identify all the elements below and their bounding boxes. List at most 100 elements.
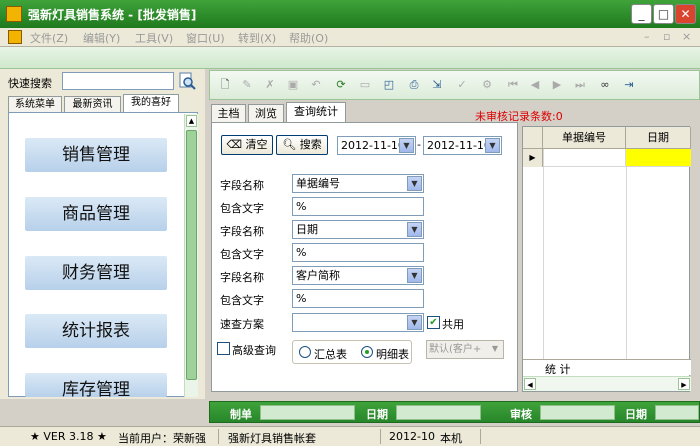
export-icon[interactable]: ⇲ — [430, 78, 444, 92]
detail-label: 明细表 — [376, 348, 409, 361]
exit-icon[interactable]: ⇥ — [622, 78, 636, 92]
scroll-right-icon[interactable]: ▶ — [678, 378, 690, 390]
grid-cell-doc-no[interactable] — [543, 149, 626, 167]
date-to-picker[interactable]: 2012-11-10 ▼ — [423, 136, 502, 155]
tab-system-menu[interactable]: 系统菜单 — [8, 96, 62, 112]
grid-header-doc-no[interactable]: 单据编号 — [543, 127, 626, 149]
field-name-select-2[interactable]: 日期 ▼ — [292, 220, 424, 239]
menu-window[interactable]: 窗口(U) — [186, 30, 225, 46]
quick-scheme-select[interactable]: ▼ — [292, 313, 424, 332]
minimize-button[interactable]: _ — [631, 4, 652, 24]
tab-master[interactable]: 主档 — [211, 104, 246, 122]
save-icon[interactable]: ▣ — [286, 78, 300, 92]
settings-icon[interactable]: ⚙ — [480, 78, 494, 92]
make-date-label: 日期 — [366, 408, 388, 421]
last-record-icon[interactable]: ⏭ — [573, 78, 587, 92]
close-button[interactable]: ✕ — [675, 4, 696, 24]
fav-finance-management[interactable]: 财务管理 — [25, 256, 167, 290]
new-icon[interactable]: 🗋 — [218, 78, 232, 92]
version-text: ★ VER 3.18 ★ — [30, 430, 107, 443]
chevron-down-icon[interactable]: ▼ — [407, 222, 422, 237]
grid-cell-date[interactable] — [626, 149, 691, 167]
detail-radio[interactable] — [361, 346, 373, 358]
delete-icon[interactable]: ✗ — [263, 78, 277, 92]
scroll-left-icon[interactable]: ◀ — [524, 378, 536, 390]
chevron-down-icon[interactable]: ▼ — [399, 138, 414, 153]
review-date-label: 日期 — [625, 408, 647, 421]
tab-latest-news[interactable]: 最新资讯 — [64, 96, 121, 112]
undo-icon[interactable]: ↶ — [309, 78, 323, 92]
first-record-icon[interactable]: ⏮ — [506, 78, 520, 92]
menu-edit[interactable]: 编辑(Y) — [83, 30, 120, 46]
menu-goto[interactable]: 转到(X) — [238, 30, 276, 46]
title-bar: 强新灯具销售系统 - [批发销售] _ □ ✕ — [0, 0, 700, 28]
grid-hscrollbar[interactable]: ◀ ▶ — [523, 376, 691, 391]
mdi-minimize-icon[interactable]: – — [644, 30, 650, 43]
default-customer-select[interactable]: 默认(客户+ ▼ — [426, 340, 504, 359]
period-text: 2012-10 — [389, 430, 435, 443]
summary-radio[interactable] — [299, 346, 311, 358]
contains-text-input-1[interactable]: % — [292, 197, 424, 216]
magnifier-icon: 🔍︎ — [282, 138, 297, 151]
advanced-query-checkbox[interactable] — [217, 342, 230, 355]
tab-browse[interactable]: 浏览 — [248, 104, 284, 122]
shared-checkbox[interactable]: ✔ — [427, 316, 440, 329]
search-button[interactable]: 🔍︎ 搜索 — [276, 135, 328, 155]
chevron-down-icon[interactable]: ▼ — [407, 176, 422, 191]
quick-search-label: 快速搜索 — [8, 77, 52, 90]
mdi-close-icon[interactable]: × — [682, 30, 691, 43]
chevron-down-icon[interactable]: ▼ — [407, 268, 422, 283]
contains-text-label-3: 包含文字 — [220, 294, 264, 307]
date-separator: - — [417, 138, 421, 151]
menu-file[interactable]: 文件(Z) — [30, 30, 68, 46]
next-record-icon[interactable]: ▶ — [550, 78, 564, 92]
fav-statistics-report[interactable]: 统计报表 — [25, 314, 167, 348]
menu-tools[interactable]: 工具(V) — [135, 30, 173, 46]
field-name-label-2: 字段名称 — [220, 225, 264, 238]
refresh-icon[interactable]: ⟳ — [334, 78, 348, 92]
glasses-icon[interactable]: ∞ — [598, 78, 612, 92]
maker-field — [260, 405, 355, 420]
tab-my-favorites[interactable]: 我的喜好 — [123, 94, 179, 112]
date-from-value: 2012-11-10 — [341, 139, 405, 152]
shared-label: 共用 — [442, 318, 464, 331]
date-from-picker[interactable]: 2012-11-10 ▼ — [337, 136, 416, 155]
menu-help[interactable]: 帮助(O) — [289, 30, 328, 46]
fav-product-management[interactable]: 商品管理 — [25, 197, 167, 231]
summary-label: 汇总表 — [314, 348, 347, 361]
preview-icon[interactable]: ◰ — [382, 78, 396, 92]
field-name-label-3: 字段名称 — [220, 271, 264, 284]
chevron-down-icon[interactable]: ▼ — [407, 315, 422, 330]
maker-label: 制单 — [230, 408, 252, 421]
menu-bar: 文件(Z) 编辑(Y) 工具(V) 窗口(U) 转到(X) 帮助(O) – ▫ … — [0, 28, 700, 47]
edit-icon[interactable]: ✎ — [240, 78, 254, 92]
make-date-field — [396, 405, 481, 420]
tab-query-stats[interactable]: 查询统计 — [286, 102, 346, 122]
field-name-label-1: 字段名称 — [220, 179, 264, 192]
field-name-select-1[interactable]: 单据编号 ▼ — [292, 174, 424, 193]
fav-inventory-management[interactable]: 库存管理 — [25, 373, 167, 397]
clear-button[interactable]: ⌫ 清空 — [221, 135, 273, 155]
reviewer-field — [540, 405, 615, 420]
quick-search-input[interactable] — [62, 72, 174, 90]
printer-icon[interactable]: ⎙ — [407, 78, 421, 92]
scroll-thumb[interactable] — [186, 130, 197, 380]
chevron-down-icon[interactable]: ▼ — [485, 138, 500, 153]
search-icon[interactable] — [178, 72, 196, 90]
grid-header-date[interactable]: 日期 — [626, 127, 691, 149]
window-title: 强新灯具销售系统 - [批发销售] — [28, 8, 197, 22]
maximize-button[interactable]: □ — [653, 4, 674, 24]
audit-icon[interactable]: ✓ — [455, 78, 469, 92]
advanced-query-label: 高级查询 — [232, 344, 276, 357]
prev-record-icon[interactable]: ◀ — [528, 78, 542, 92]
print-icon[interactable]: ▭ — [358, 78, 372, 92]
account-text: 强新灯具销售帐套 — [228, 432, 316, 445]
favorites-scrollbar[interactable]: ▲ — [184, 114, 198, 397]
contains-text-input-3[interactable]: % — [292, 289, 424, 308]
mdi-restore-icon[interactable]: ▫ — [663, 30, 670, 43]
chevron-down-icon[interactable]: ▼ — [488, 342, 502, 357]
contains-text-input-2[interactable]: % — [292, 243, 424, 262]
fav-sales-management[interactable]: 销售管理 — [25, 138, 167, 172]
scroll-up-icon[interactable]: ▲ — [186, 115, 197, 127]
field-name-select-3[interactable]: 客户简称 ▼ — [292, 266, 424, 285]
